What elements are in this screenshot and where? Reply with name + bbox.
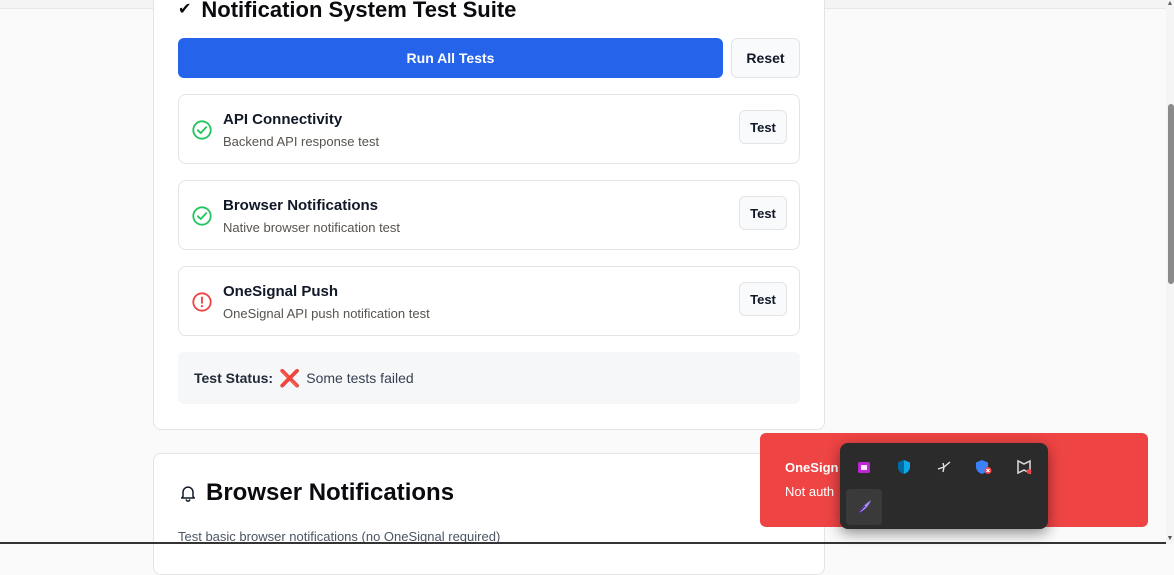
test-status-text: Some tests failed bbox=[306, 370, 414, 386]
reset-button[interactable]: Reset bbox=[731, 38, 800, 78]
test-row-onesignal-push: OneSignal Push OneSignal API push notifi… bbox=[178, 266, 800, 336]
alert-circle-icon bbox=[192, 292, 212, 312]
toast-title: OneSign bbox=[785, 460, 839, 475]
test-subtitle: OneSignal API push notification test bbox=[223, 306, 430, 321]
browser-notifications-card: Browser Notifications Test basic browser… bbox=[153, 453, 825, 575]
test-button-onesignal-push[interactable]: Test bbox=[739, 282, 787, 316]
test-suite-title-text: Notification System Test Suite bbox=[201, 0, 517, 22]
toast-message: Not auth bbox=[785, 484, 835, 499]
test-row-api-connectivity: API Connectivity Backend API response te… bbox=[178, 94, 800, 164]
test-suite-title: ✔ Notification System Test Suite bbox=[178, 0, 516, 23]
browser-notifications-title-text: Browser Notifications bbox=[206, 479, 455, 506]
test-subtitle: Native browser notification test bbox=[223, 220, 401, 235]
test-title: API Connectivity bbox=[223, 111, 343, 128]
store-icon[interactable] bbox=[846, 449, 882, 485]
browser-notifications-title: Browser Notifications bbox=[178, 479, 454, 507]
check-circle-icon bbox=[192, 120, 212, 140]
test-status-label: Test Status: bbox=[194, 370, 274, 386]
test-status-box: Test Status: ❌ Some tests failed bbox=[178, 352, 800, 404]
test-button-browser-notifications[interactable]: Test bbox=[739, 196, 787, 230]
check-circle-icon bbox=[192, 206, 212, 226]
sparkle-cursor-icon[interactable] bbox=[926, 449, 962, 485]
test-row-browser-notifications: Browser Notifications Native browser not… bbox=[178, 180, 800, 250]
scroll-down-arrow-icon[interactable]: ▼ bbox=[1166, 534, 1174, 544]
security-alert-icon[interactable] bbox=[966, 449, 1002, 485]
scrollbar-thumb[interactable] bbox=[1168, 104, 1174, 284]
cross-mark-icon: ❌ bbox=[279, 368, 301, 388]
shield-icon[interactable] bbox=[886, 449, 922, 485]
bell-icon bbox=[181, 486, 195, 502]
test-suite-card: ✔ Notification System Test Suite Run All… bbox=[153, 0, 825, 430]
test-subtitle: Backend API response test bbox=[223, 134, 380, 149]
check-icon: ✔ bbox=[178, 1, 192, 18]
test-title: OneSignal Push bbox=[223, 283, 339, 300]
mcafee-icon[interactable] bbox=[1006, 449, 1042, 485]
feather-icon[interactable] bbox=[846, 489, 882, 525]
scroll-up-arrow-icon[interactable]: ▲ bbox=[1166, 0, 1174, 8]
test-title: Browser Notifications bbox=[223, 197, 379, 214]
run-all-tests-button[interactable]: Run All Tests bbox=[178, 38, 723, 78]
test-button-api-connectivity[interactable]: Test bbox=[739, 110, 787, 144]
system-tray-flyout bbox=[840, 443, 1048, 529]
